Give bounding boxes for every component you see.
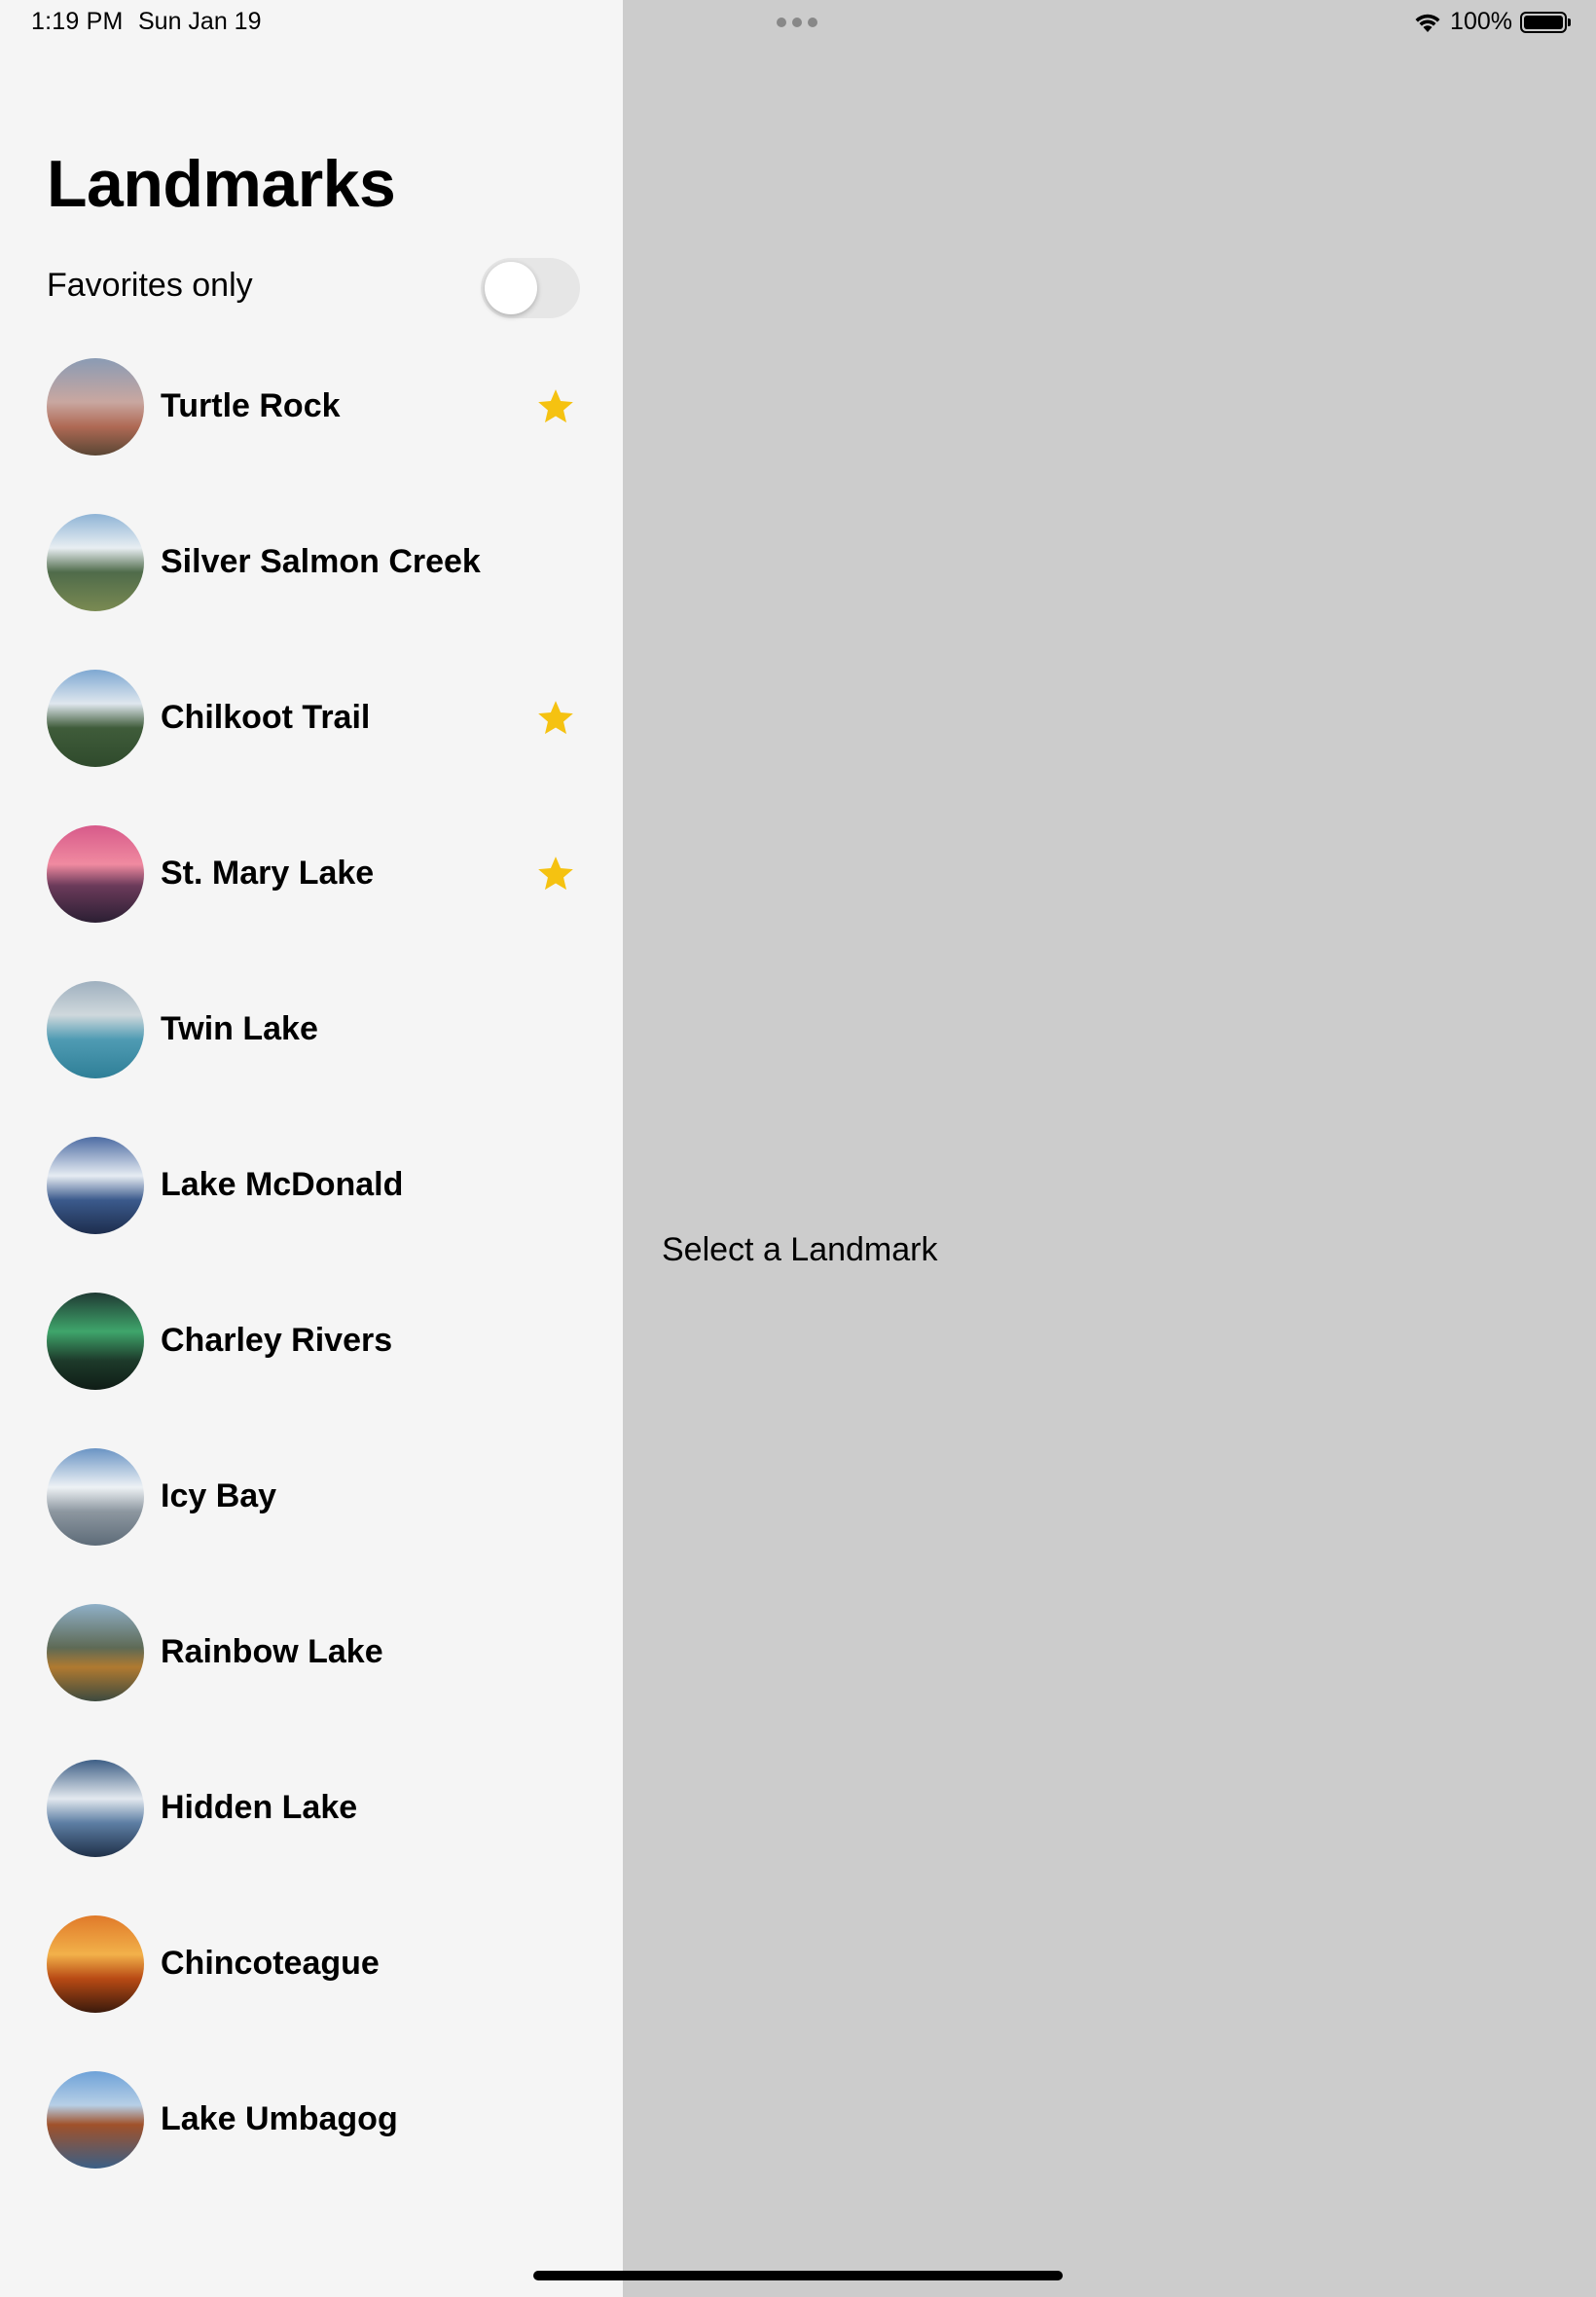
landmark-row[interactable]: Hidden Lake	[47, 1760, 580, 1915]
page-title: Landmarks	[47, 147, 396, 221]
landmark-thumbnail	[47, 1915, 144, 2013]
battery-percent: 100%	[1450, 8, 1512, 35]
home-indicator[interactable]	[533, 2271, 1063, 2280]
landmark-thumbnail	[47, 514, 144, 611]
landmark-name: Rainbow Lake	[161, 1633, 383, 1670]
landmark-name: Charley Rivers	[161, 1322, 393, 1359]
landmark-thumbnail	[47, 1604, 144, 1701]
favorites-toggle-label: Favorites only	[47, 267, 253, 304]
sidebar: Landmarks Favorites only Turtle Rock Silv…	[0, 0, 623, 2297]
landmark-list: Turtle Rock Silver Salmon Creek Chilkoot T…	[47, 358, 580, 2227]
battery-icon	[1520, 11, 1571, 33]
landmark-thumbnail	[47, 1448, 144, 1546]
landmark-thumbnail	[47, 1760, 144, 1857]
dot-icon	[792, 18, 802, 27]
favorites-toggle[interactable]	[481, 258, 580, 318]
star-icon	[535, 854, 576, 894]
dot-icon	[777, 18, 786, 27]
star-icon	[535, 386, 576, 427]
status-date: Sun Jan 19	[138, 8, 262, 35]
landmark-thumbnail	[47, 1293, 144, 1390]
toggle-knob	[485, 262, 537, 314]
landmark-thumbnail	[47, 1137, 144, 1234]
landmark-name: Lake Umbagog	[161, 2100, 398, 2137]
landmark-name: Lake McDonald	[161, 1166, 404, 1203]
landmark-thumbnail	[47, 2071, 144, 2169]
landmark-thumbnail	[47, 981, 144, 1078]
detail-pane	[623, 0, 1596, 2297]
detail-placeholder: Select a Landmark	[662, 1231, 938, 1268]
favorites-toggle-row: Favorites only	[47, 255, 580, 323]
landmark-row[interactable]: Rainbow Lake	[47, 1604, 580, 1760]
landmark-name: Turtle Rock	[161, 387, 341, 424]
landmark-row[interactable]: Icy Bay	[47, 1448, 580, 1604]
dot-icon	[808, 18, 817, 27]
landmark-row[interactable]: Silver Salmon Creek	[47, 514, 580, 670]
landmark-name: Chincoteague	[161, 1945, 380, 1982]
landmark-row[interactable]: Lake Umbagog	[47, 2071, 580, 2227]
multitasking-menu[interactable]	[777, 18, 817, 27]
wifi-icon	[1415, 14, 1440, 32]
landmark-name: Chilkoot Trail	[161, 699, 371, 736]
landmark-thumbnail	[47, 670, 144, 767]
landmark-row[interactable]: Charley Rivers	[47, 1293, 580, 1448]
landmark-name: Icy Bay	[161, 1477, 277, 1514]
landmark-name: St. Mary Lake	[161, 855, 375, 892]
battery-level	[1524, 15, 1563, 29]
star-icon	[535, 698, 576, 739]
landmark-name: Silver Salmon Creek	[161, 543, 481, 580]
landmark-row[interactable]: St. Mary Lake	[47, 825, 580, 981]
landmark-name: Twin Lake	[161, 1010, 318, 1047]
landmark-name: Hidden Lake	[161, 1789, 358, 1826]
landmark-row[interactable]: Twin Lake	[47, 981, 580, 1137]
status-indicators: 100%	[1413, 8, 1571, 36]
landmark-row[interactable]: Turtle Rock	[47, 358, 580, 514]
landmark-row[interactable]: Chilkoot Trail	[47, 670, 580, 825]
status-time: 1:19 PM	[31, 8, 124, 35]
landmark-thumbnail	[47, 825, 144, 923]
landmark-row[interactable]: Chincoteague	[47, 1915, 580, 2071]
landmark-row[interactable]: Lake McDonald	[47, 1137, 580, 1293]
landmark-thumbnail	[47, 358, 144, 456]
